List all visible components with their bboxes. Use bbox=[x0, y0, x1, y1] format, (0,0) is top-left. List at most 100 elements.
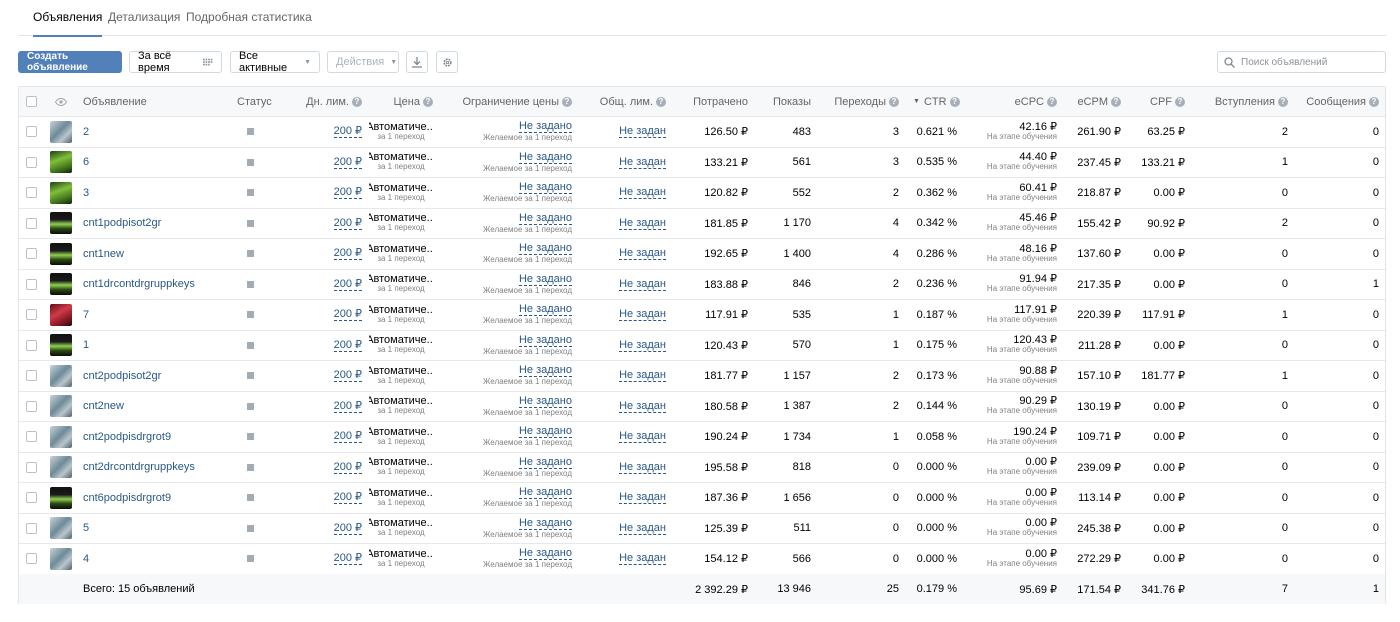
help-icon[interactable]: ? bbox=[656, 96, 666, 107]
price-limit-link[interactable]: Не задано bbox=[518, 120, 572, 134]
row-checkbox[interactable] bbox=[26, 339, 37, 351]
row-checkbox[interactable] bbox=[26, 309, 37, 321]
status-indicator-icon[interactable] bbox=[247, 189, 254, 197]
col-ctr[interactable]: ▼ CTR? bbox=[913, 87, 973, 116]
col-price[interactable]: Цена? bbox=[369, 87, 433, 116]
col-ecpc[interactable]: eCPC? bbox=[979, 87, 1057, 116]
col-impressions[interactable]: Показы bbox=[759, 87, 811, 116]
status-indicator-icon[interactable] bbox=[247, 311, 254, 319]
settings-button[interactable] bbox=[436, 51, 458, 73]
status-indicator-icon[interactable] bbox=[247, 341, 254, 349]
daily-limit-link[interactable]: 200 ₽ bbox=[333, 430, 362, 444]
price-value[interactable]: Автоматиче... bbox=[369, 548, 433, 559]
price-limit-link[interactable]: Не задано bbox=[518, 425, 572, 439]
col-ecpm[interactable]: eCPM? bbox=[1059, 87, 1121, 116]
total-limit-link[interactable]: Не задан bbox=[619, 217, 666, 230]
col-total-limit[interactable]: Общ. лим.? bbox=[589, 87, 666, 116]
ad-name-link[interactable]: 3 bbox=[83, 187, 89, 199]
total-limit-link[interactable]: Не задан bbox=[619, 369, 666, 383]
daily-limit-link[interactable]: 200 ₽ bbox=[333, 125, 362, 139]
status-indicator-icon[interactable] bbox=[247, 158, 254, 166]
row-checkbox[interactable] bbox=[26, 492, 37, 504]
status-indicator-icon[interactable] bbox=[247, 402, 254, 410]
download-button[interactable] bbox=[406, 51, 428, 73]
price-limit-link[interactable]: Не задано bbox=[518, 303, 572, 317]
row-checkbox[interactable] bbox=[26, 278, 37, 290]
status-indicator-icon[interactable] bbox=[247, 128, 254, 136]
col-messages[interactable]: Сообщения? bbox=[1299, 87, 1379, 116]
daily-limit-link[interactable]: 200 ₽ bbox=[333, 339, 362, 352]
ad-thumbnail[interactable] bbox=[50, 425, 72, 448]
price-value[interactable]: Автоматиче... bbox=[369, 243, 433, 254]
ad-name-link[interactable]: cnt1new bbox=[83, 248, 124, 260]
price-limit-link[interactable]: Не задано bbox=[518, 212, 572, 225]
price-limit-link[interactable]: Не задано bbox=[518, 364, 572, 378]
help-icon[interactable]: ? bbox=[1175, 96, 1185, 107]
ad-name-link[interactable]: cnt6podpisdrgrot9 bbox=[83, 492, 171, 504]
ad-thumbnail[interactable] bbox=[50, 181, 72, 204]
price-value[interactable]: Автоматиче... bbox=[369, 365, 433, 376]
ad-name-link[interactable]: 1 bbox=[83, 339, 89, 351]
actions-select[interactable]: Действия ▼ bbox=[327, 51, 399, 73]
total-limit-link[interactable]: Не задан bbox=[619, 278, 666, 291]
status-indicator-icon[interactable] bbox=[247, 555, 254, 563]
total-limit-link[interactable]: Не задан bbox=[619, 156, 666, 169]
total-limit-link[interactable]: Не задан bbox=[619, 186, 666, 200]
daily-limit-link[interactable]: 200 ₽ bbox=[333, 186, 362, 200]
price-limit-link[interactable]: Не задано bbox=[518, 395, 572, 408]
row-checkbox[interactable] bbox=[26, 187, 37, 199]
status-indicator-icon[interactable] bbox=[247, 494, 254, 502]
tab-details[interactable]: Детализация bbox=[108, 10, 180, 24]
daily-limit-link[interactable]: 200 ₽ bbox=[333, 308, 362, 322]
status-indicator-icon[interactable] bbox=[247, 524, 254, 532]
ad-name-link[interactable]: 4 bbox=[83, 553, 89, 565]
price-limit-link[interactable]: Не задано bbox=[518, 242, 572, 256]
ad-thumbnail[interactable] bbox=[50, 303, 72, 326]
ad-thumbnail[interactable] bbox=[50, 395, 72, 418]
status-indicator-icon[interactable] bbox=[247, 433, 254, 441]
total-limit-link[interactable]: Не задан bbox=[619, 491, 666, 505]
ad-thumbnail[interactable] bbox=[50, 517, 72, 540]
price-value[interactable]: Автоматиче... bbox=[369, 335, 433, 346]
tab-ads[interactable]: Объявления bbox=[33, 10, 103, 37]
help-icon[interactable]: ? bbox=[423, 96, 433, 107]
tab-detailed-stats[interactable]: Подробная статистика bbox=[186, 10, 312, 24]
price-limit-link[interactable]: Не задано bbox=[518, 456, 572, 469]
ad-thumbnail[interactable] bbox=[50, 486, 72, 509]
daily-limit-link[interactable]: 200 ₽ bbox=[333, 217, 362, 230]
period-select[interactable]: За всё время bbox=[129, 50, 222, 74]
col-daily-limit[interactable]: Дн. лим.? bbox=[299, 87, 362, 116]
price-limit-link[interactable]: Не задано bbox=[518, 547, 572, 561]
price-value[interactable]: Автоматиче... bbox=[369, 182, 433, 193]
row-checkbox[interactable] bbox=[26, 248, 37, 260]
ad-name-link[interactable]: 7 bbox=[83, 309, 89, 321]
col-ad[interactable]: Объявление bbox=[83, 87, 203, 116]
status-indicator-icon[interactable] bbox=[247, 372, 254, 380]
col-clicks[interactable]: Переходы? bbox=[819, 87, 899, 116]
row-checkbox[interactable] bbox=[26, 522, 37, 534]
daily-limit-link[interactable]: 200 ₽ bbox=[333, 278, 362, 291]
ad-thumbnail[interactable] bbox=[50, 334, 72, 357]
price-value[interactable]: Автоматиче... bbox=[369, 457, 433, 468]
row-checkbox[interactable] bbox=[26, 217, 37, 229]
ad-name-link[interactable]: 2 bbox=[83, 126, 89, 138]
price-value[interactable]: Автоматиче... bbox=[369, 274, 433, 285]
ad-thumbnail[interactable] bbox=[50, 364, 72, 387]
total-limit-link[interactable]: Не задан bbox=[619, 461, 666, 474]
help-icon[interactable]: ? bbox=[1369, 96, 1379, 107]
daily-limit-link[interactable]: 200 ₽ bbox=[333, 522, 362, 535]
col-joins[interactable]: Вступления? bbox=[1189, 87, 1288, 116]
status-indicator-icon[interactable] bbox=[247, 463, 254, 471]
price-limit-link[interactable]: Не задано bbox=[518, 273, 572, 286]
total-limit-link[interactable]: Не задан bbox=[619, 125, 666, 139]
ad-name-link[interactable]: 5 bbox=[83, 522, 89, 534]
status-indicator-icon[interactable] bbox=[247, 280, 254, 288]
total-limit-link[interactable]: Не задан bbox=[619, 400, 666, 413]
price-value[interactable]: Автоматиче... bbox=[369, 213, 433, 224]
ad-thumbnail[interactable] bbox=[50, 120, 72, 143]
select-all-checkbox[interactable] bbox=[26, 96, 37, 107]
row-checkbox[interactable] bbox=[26, 400, 37, 412]
price-value[interactable]: Автоматиче... bbox=[369, 518, 433, 529]
help-icon[interactable]: ? bbox=[1047, 96, 1057, 107]
row-checkbox[interactable] bbox=[26, 370, 37, 382]
